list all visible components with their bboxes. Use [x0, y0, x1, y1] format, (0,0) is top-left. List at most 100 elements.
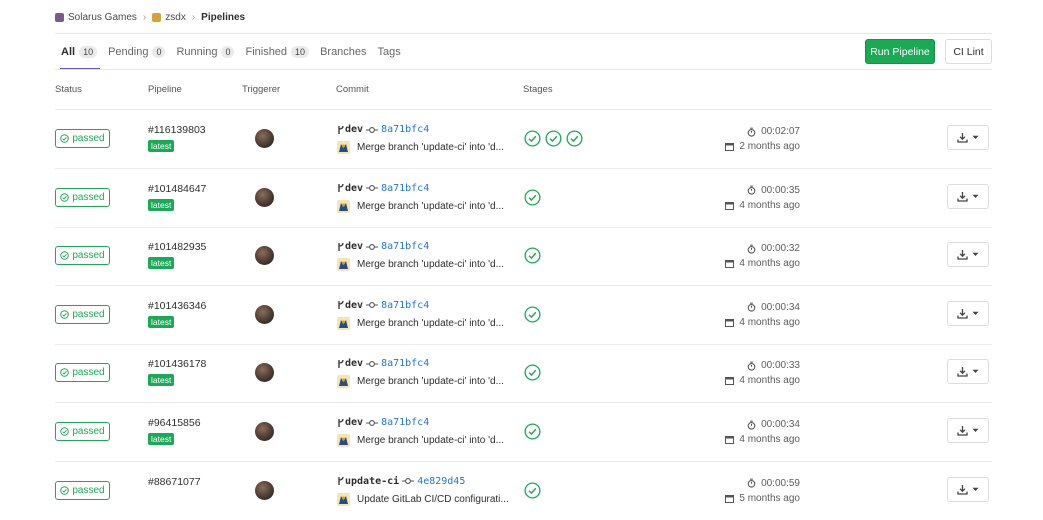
pipeline-id-link[interactable]: #101482935 — [148, 241, 206, 253]
status-label: passed — [72, 484, 105, 496]
breadcrumb-project[interactable]: zsdx — [165, 12, 186, 23]
commit-ref: dev 8a71bfc4 — [337, 358, 429, 369]
commit-sha-link[interactable]: 8a71bfc4 — [381, 300, 429, 311]
status-badge[interactable]: passed — [55, 129, 110, 148]
commit-sha-link[interactable]: 8a71bfc4 — [381, 241, 429, 252]
triggerer-avatar[interactable] — [255, 480, 274, 500]
commit-sha-link[interactable]: 8a71bfc4 — [381, 358, 429, 369]
commit-title-link[interactable]: Merge branch 'update-ci' into 'd... — [357, 201, 504, 212]
branch-link[interactable]: dev — [345, 300, 363, 311]
stage-passed-icon[interactable] — [524, 247, 541, 264]
stage-passed-icon[interactable] — [524, 306, 541, 323]
branch-link[interactable]: dev — [345, 124, 363, 135]
download-artifacts-dropdown[interactable] — [947, 125, 989, 150]
branch-icon — [338, 184, 344, 193]
triggerer-avatar[interactable] — [255, 304, 274, 324]
calendar-icon — [725, 318, 735, 327]
tab-tags[interactable]: Tags — [378, 34, 401, 69]
commit-title-link[interactable]: Update GitLab CI/CD configurati... — [357, 494, 509, 505]
triggerer-avatar[interactable] — [255, 129, 274, 148]
branch-link[interactable]: dev — [345, 241, 363, 252]
status-badge[interactable]: passed — [55, 304, 110, 324]
commit-title-link[interactable]: Merge branch 'update-ci' into 'd... — [357, 318, 504, 329]
duration: 00:00:34 — [761, 301, 800, 313]
stage-passed-icon[interactable] — [524, 189, 541, 206]
status-badge[interactable]: passed — [55, 480, 110, 500]
tab-branches[interactable]: Branches — [320, 34, 366, 69]
download-artifacts-dropdown[interactable] — [947, 418, 989, 443]
download-icon — [957, 426, 968, 436]
check-circle-icon — [60, 251, 70, 260]
download-artifacts-dropdown[interactable] — [947, 359, 989, 385]
commit-author-avatar[interactable] — [337, 375, 350, 389]
chevron-right-icon: › — [191, 11, 196, 23]
branch-icon — [338, 301, 344, 310]
commit-ref: update-ci 4e829d45 — [337, 476, 465, 487]
download-artifacts-dropdown[interactable] — [947, 242, 989, 268]
commit-message: Update GitLab CI/CD configurati... — [337, 492, 509, 506]
stages-graph — [524, 130, 587, 147]
tab-pending[interactable]: Pending 0 — [108, 34, 166, 69]
commit-author-avatar[interactable] — [337, 258, 350, 272]
pipeline-id-link[interactable]: #101436178 — [148, 358, 206, 370]
pipeline-id-link[interactable]: #101436346 — [148, 300, 206, 312]
tab-finished[interactable]: Finished 10 — [245, 34, 310, 69]
download-artifacts-dropdown[interactable] — [947, 476, 989, 502]
breadcrumb-group[interactable]: Solarus Games — [68, 12, 137, 23]
timer-icon — [747, 127, 756, 137]
triggerer-avatar[interactable] — [255, 187, 274, 207]
status-label: passed — [72, 250, 105, 262]
calendar-icon — [725, 260, 735, 269]
stage-passed-icon[interactable] — [545, 130, 562, 147]
commit-author-avatar[interactable] — [337, 492, 350, 506]
triggerer-avatar[interactable] — [255, 363, 274, 383]
status-badge[interactable]: passed — [55, 422, 110, 441]
table-row: passed #101482935 latest dev 8a71bfc4 Me… — [55, 227, 992, 287]
branch-link[interactable]: dev — [345, 358, 363, 369]
stage-passed-icon[interactable] — [524, 423, 541, 440]
timer-icon — [747, 302, 756, 312]
stages-graph — [524, 189, 545, 206]
download-artifacts-dropdown[interactable] — [947, 300, 989, 326]
run-pipeline-button[interactable]: Run Pipeline — [865, 39, 935, 64]
header-status: Status — [55, 84, 82, 95]
download-artifacts-dropdown[interactable] — [947, 183, 989, 209]
pipeline-id-link[interactable]: #96415856 — [148, 417, 201, 429]
commit-title-link[interactable]: Merge branch 'update-ci' into 'd... — [357, 435, 504, 446]
pipeline-id-link[interactable]: #101484647 — [148, 183, 206, 195]
commit-title-link[interactable]: Merge branch 'update-ci' into 'd... — [357, 259, 504, 270]
ci-lint-button[interactable]: CI Lint — [945, 39, 992, 64]
branch-link[interactable]: dev — [345, 417, 363, 428]
pipeline-id-link[interactable]: #88671077 — [148, 476, 201, 488]
tab-running[interactable]: Running 0 — [176, 34, 235, 69]
commit-sha-link[interactable]: 8a71bfc4 — [381, 183, 429, 194]
header-pipeline: Pipeline — [148, 84, 182, 95]
triggerer-avatar[interactable] — [255, 246, 274, 266]
tab-label: Branches — [320, 45, 367, 58]
commit-author-avatar[interactable] — [337, 316, 350, 330]
branch-link[interactable]: dev — [345, 183, 363, 194]
pipeline-id-link[interactable]: #116139803 — [148, 124, 206, 136]
status-badge[interactable]: passed — [55, 363, 110, 383]
table-row: passed #101436178 latest dev 8a71bfc4 Me… — [55, 344, 992, 404]
branch-link[interactable]: update-ci — [345, 476, 399, 487]
calendar-icon — [725, 143, 735, 151]
commit-author-avatar[interactable] — [337, 434, 350, 447]
commit-sha-link[interactable]: 8a71bfc4 — [381, 417, 429, 428]
commit-author-avatar[interactable] — [337, 199, 350, 213]
stage-passed-icon[interactable] — [566, 130, 583, 147]
commit-title-link[interactable]: Merge branch 'update-ci' into 'd... — [357, 376, 504, 387]
status-badge[interactable]: passed — [55, 246, 110, 266]
stage-passed-icon[interactable] — [524, 364, 541, 381]
commit-sha-link[interactable]: 8a71bfc4 — [381, 124, 429, 135]
stage-passed-icon[interactable] — [524, 130, 541, 147]
commit-title-link[interactable]: Merge branch 'update-ci' into 'd... — [357, 142, 504, 153]
breadcrumb: Solarus Games › zsdx › Pipelines — [55, 10, 245, 24]
breadcrumb-current[interactable]: Pipelines — [201, 12, 245, 23]
status-badge[interactable]: passed — [55, 187, 110, 207]
tab-all[interactable]: All 10 — [59, 34, 101, 70]
commit-author-avatar[interactable] — [337, 141, 350, 154]
commit-sha-link[interactable]: 4e829d45 — [417, 476, 465, 487]
stage-passed-icon[interactable] — [524, 482, 541, 499]
triggerer-avatar[interactable] — [255, 422, 274, 441]
